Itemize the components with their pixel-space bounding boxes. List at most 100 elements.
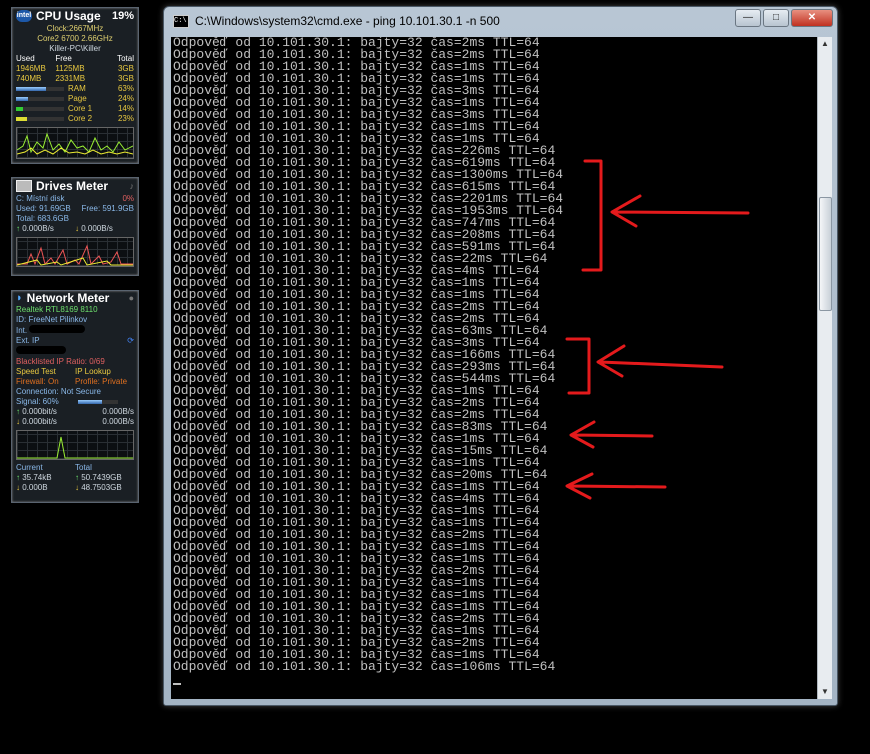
total-up-icon: ↑ bbox=[75, 473, 79, 482]
ping-output-lines: Odpověď od 10.101.30.1: bajty=32 čas=2ms… bbox=[173, 37, 564, 674]
download-byte-rate: 0.000B/s bbox=[102, 417, 134, 426]
scroll-down-arrow-icon[interactable]: ▼ bbox=[818, 685, 832, 699]
memory-row-page: 740MB 2331MB 3GB bbox=[12, 74, 138, 84]
bar-core1: Core 1 14% bbox=[12, 104, 138, 114]
vertical-scrollbar[interactable]: ▲ ▼ bbox=[817, 37, 832, 699]
download-bit-rate: 0.000bit/s bbox=[22, 417, 57, 426]
page-value: 24% bbox=[117, 94, 134, 103]
network-graph-lines bbox=[17, 436, 133, 459]
drive-row: C: Místní disk 0% bbox=[12, 194, 138, 204]
redacted-internal-ip bbox=[29, 325, 86, 333]
internal-ip-row: Int. bbox=[12, 325, 138, 336]
network-meter-gadget[interactable]: ◗ Network Meter ● Realtek RTL8169 8110 I… bbox=[11, 290, 139, 503]
globe-icon[interactable]: ● bbox=[129, 293, 134, 303]
memory-row-physical: 1946MB 1125MB 3GB bbox=[12, 64, 138, 74]
mem-total: 3GB bbox=[117, 64, 134, 73]
window-title: C:\Windows\system32\cmd.exe - ping 10.10… bbox=[195, 14, 500, 28]
core2-bar bbox=[16, 117, 64, 121]
scroll-thumb[interactable] bbox=[819, 197, 832, 311]
ram-label: RAM bbox=[68, 84, 86, 93]
close-button[interactable]: ✕ bbox=[791, 9, 833, 27]
cmd-window[interactable]: C:\ C:\Windows\system32\cmd.exe - ping 1… bbox=[163, 6, 838, 706]
drive-read: 0.000B/s bbox=[22, 224, 54, 233]
current-up-value: 35.74kB bbox=[22, 473, 52, 482]
network-id: ID: FreeNet Pilinkov bbox=[12, 315, 138, 325]
speed-test-link[interactable]: Speed Test bbox=[16, 367, 75, 377]
total-down-value: 48.7503GB bbox=[81, 483, 122, 492]
upload-rate-row: ↑ 0.000bit/s 0.000B/s bbox=[12, 407, 138, 417]
core1-value: 14% bbox=[117, 104, 134, 113]
totals-header: Current Total bbox=[12, 463, 138, 473]
blacklist-row: Blacklisted IP Ratio: 0/69 bbox=[12, 357, 138, 367]
firewall-status: Firewall: On bbox=[16, 377, 59, 386]
total-label: Total bbox=[75, 463, 92, 472]
current-down-value: 0.000B bbox=[22, 483, 48, 492]
header-free: Free bbox=[55, 54, 72, 63]
external-ip-row: Ext. IP ⟳ bbox=[12, 336, 138, 357]
console-output[interactable]: Odpověď od 10.101.30.1: bajty=32 čas=2ms… bbox=[171, 37, 817, 699]
up-arrow-icon: ↑ bbox=[16, 407, 20, 416]
drive-activity-graph bbox=[16, 237, 134, 267]
drive-total: Total: 683.6GB bbox=[16, 214, 69, 223]
signal-label: Signal: 60% bbox=[16, 397, 59, 406]
signal-row: Signal: 60% bbox=[12, 397, 138, 407]
ip-lookup-link[interactable]: IP Lookup bbox=[75, 367, 134, 377]
current-up-icon: ↑ bbox=[16, 473, 20, 482]
connection-row: Connection: Not Secure bbox=[12, 387, 138, 397]
drives-gadget-title: Drives Meter bbox=[36, 179, 109, 193]
cpu-gadget-title: CPU Usage bbox=[36, 9, 101, 23]
network-graph bbox=[16, 430, 134, 460]
signal-bar bbox=[78, 400, 118, 404]
total-up-value: 50.7439GB bbox=[81, 473, 122, 482]
download-rate-row: ↓ 0.000bit/s 0.000B/s bbox=[12, 417, 138, 427]
drive-name: C: Místní disk bbox=[16, 194, 65, 203]
minimize-button[interactable]: — bbox=[735, 9, 761, 27]
drive-rates: ↑ 0.000B/s ↓ 0.000B/s bbox=[12, 224, 138, 234]
bar-core2: Core 2 23% bbox=[12, 114, 138, 124]
cpu-usage-gadget[interactable]: intel CPU Usage 19% Clock:2667MHz Core2 … bbox=[11, 7, 139, 164]
cpu-model: Core2 6700 2.66GHz bbox=[37, 34, 113, 43]
cpu-history-graph bbox=[16, 127, 134, 159]
maximize-button[interactable]: □ bbox=[763, 9, 789, 27]
cpu-usage-percent: 19% bbox=[111, 10, 134, 22]
scroll-up-arrow-icon[interactable]: ▲ bbox=[818, 37, 832, 51]
network-id-label: ID: FreeNet Pilinkov bbox=[16, 315, 88, 324]
read-arrow-icon: ↑ bbox=[16, 224, 20, 233]
drive-percent: 0% bbox=[122, 194, 134, 203]
upload-bit-rate: 0.000bit/s bbox=[22, 407, 57, 416]
page-free: 2331MB bbox=[55, 74, 86, 83]
ram-bar bbox=[16, 87, 64, 91]
text-cursor bbox=[173, 683, 181, 685]
intel-logo-icon: intel bbox=[16, 10, 32, 22]
cmd-icon[interactable]: C:\ bbox=[173, 14, 189, 28]
write-arrow-icon: ↓ bbox=[75, 224, 79, 233]
totals-up-row: ↑ 35.74kB ↑ 50.7439GB bbox=[12, 473, 138, 483]
adapter-name: Realtek RTL8169 8110 bbox=[12, 305, 138, 315]
internal-ip-label: Int. bbox=[16, 326, 28, 335]
current-down-icon: ↓ bbox=[16, 483, 20, 492]
page-used: 740MB bbox=[16, 74, 42, 83]
settings-note-icon[interactable]: ♪ bbox=[130, 181, 135, 191]
machine-name: Killer-PC\Killer bbox=[49, 44, 101, 53]
redacted-external-ip bbox=[16, 346, 66, 354]
header-used: Used bbox=[16, 54, 35, 63]
drive-write: 0.000B/s bbox=[81, 224, 113, 233]
drives-meter-gadget[interactable]: Drives Meter ♪ C: Místní disk 0% Used: 9… bbox=[11, 177, 139, 276]
page-total: 3GB bbox=[117, 74, 134, 83]
refresh-icon[interactable]: ⟳ bbox=[75, 336, 134, 357]
drive-graph-lines bbox=[17, 244, 133, 266]
drive-free: Free: 591.9GB bbox=[81, 204, 134, 213]
cpu-clock: Clock:2667MHz bbox=[46, 24, 104, 33]
bar-page: Page 24% bbox=[12, 94, 138, 104]
connection-status: Connection: Not Secure bbox=[16, 387, 101, 396]
total-down-icon: ↓ bbox=[75, 483, 79, 492]
drive-used: Used: 91.69GB bbox=[16, 204, 71, 213]
header-total: Total bbox=[117, 54, 134, 63]
core1-label: Core 1 bbox=[68, 104, 93, 113]
ram-value: 63% bbox=[117, 84, 134, 93]
page-bar bbox=[16, 97, 64, 101]
core2-value: 23% bbox=[117, 114, 134, 123]
window-titlebar[interactable]: C:\ C:\Windows\system32\cmd.exe - ping 1… bbox=[164, 7, 837, 35]
network-gadget-title: Network Meter bbox=[26, 291, 110, 305]
network-links: Speed Test IP Lookup bbox=[12, 367, 138, 377]
